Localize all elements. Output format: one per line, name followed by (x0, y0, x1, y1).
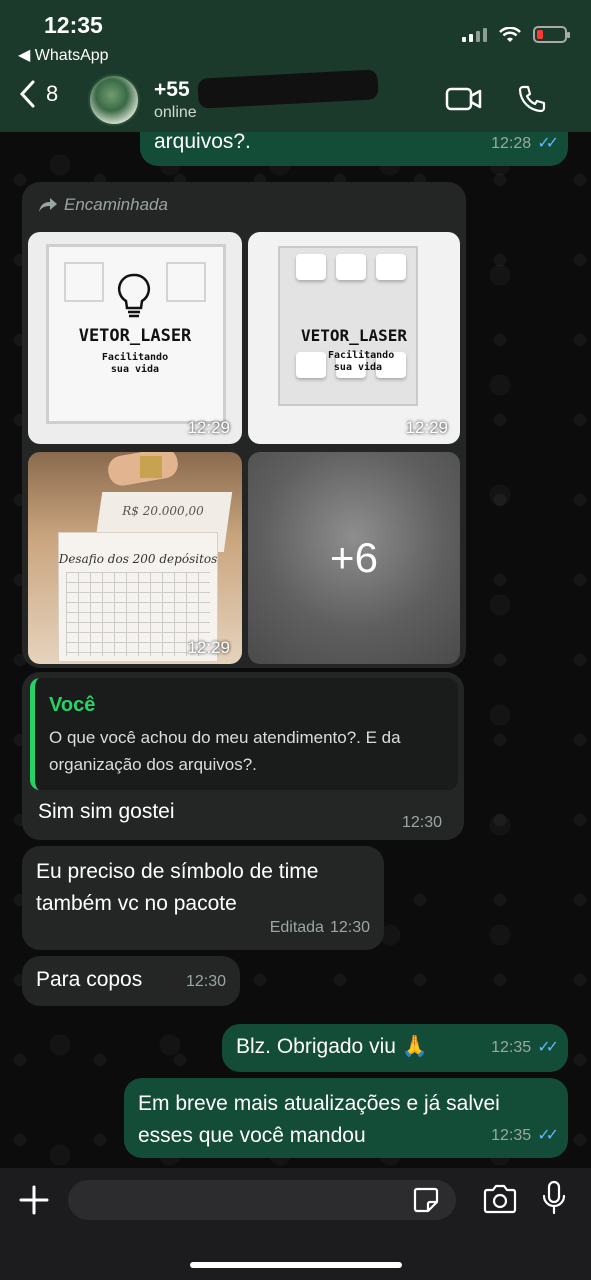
message-outgoing[interactable]: Em breve mais atualizações e já salvei e… (124, 1078, 568, 1158)
back-button[interactable]: 8 (18, 80, 58, 108)
message-text: Sim sim gostei (38, 800, 175, 823)
message-time: 12:30 (329, 919, 370, 936)
quoted-message[interactable]: Você O que você achou do meu atendimento… (30, 678, 458, 790)
lightbulb-icon (117, 273, 151, 318)
video-call-icon[interactable] (445, 86, 483, 112)
plus-icon[interactable] (18, 1184, 50, 1216)
read-ticks-icon: ✓✓ (537, 1039, 559, 1056)
sticker-icon[interactable] (412, 1186, 440, 1214)
forward-icon (39, 198, 57, 212)
message-text: Blz. Obrigado viu 🙏 (236, 1035, 428, 1058)
brand-tagline: Facilitando sua vida (328, 350, 395, 373)
read-ticks-icon: ✓✓ (537, 1127, 559, 1144)
brand-logo-text: VETOR_LASER (78, 326, 192, 346)
contact-name[interactable]: +55 (154, 78, 190, 102)
contact-status: online (154, 104, 197, 121)
image-time: 12:29 (187, 638, 230, 657)
forwarded-label: Encaminhada (38, 195, 168, 215)
message-input[interactable] (68, 1180, 456, 1220)
message-meta: 12:28 ✓✓ (491, 128, 559, 160)
status-icons (462, 26, 570, 43)
clock: 12:35 (44, 12, 103, 38)
camera-icon[interactable] (482, 1184, 518, 1214)
message-meta: 12:35 ✓✓ (491, 1120, 559, 1152)
message-incoming[interactable]: Para copos 12:30 (22, 956, 240, 1006)
call-buttons (445, 84, 547, 114)
battery-icon (533, 26, 570, 43)
message-time: 12:35 (491, 1039, 532, 1056)
message-incoming[interactable]: Eu preciso de símbolo de time também vc … (22, 846, 384, 950)
message-meta: 12:35 ✓✓ (491, 1032, 559, 1064)
more-images-count: +6 (330, 534, 378, 581)
message-time: 12:30 (402, 814, 443, 831)
message-text: arquivos?. (154, 130, 251, 153)
image-thumbnail-1[interactable]: VETOR_LASER Facilitando sua vida 12:29 (28, 232, 242, 444)
unread-count: 8 (46, 81, 59, 106)
chat-header: 8 +55 online (0, 69, 591, 132)
quoted-author: Você (49, 694, 96, 716)
message-outgoing[interactable]: Blz. Obrigado viu 🙏 12:35 ✓✓ (222, 1024, 568, 1072)
avatar[interactable] (88, 74, 140, 126)
wifi-icon (499, 26, 521, 42)
redaction-mark (197, 69, 379, 109)
edited-label: Editada (269, 919, 324, 936)
box-title: Desafio dos 200 depósitos (58, 552, 218, 566)
image-thumbnail-more[interactable]: +6 (248, 452, 460, 664)
quoted-text: O que você achou do meu atendimento?. E … (49, 728, 401, 774)
home-indicator (190, 1262, 402, 1268)
message-meta: 12:30 (186, 966, 226, 998)
message-text: Para copos (36, 968, 143, 991)
read-ticks-icon: ✓✓ (537, 135, 559, 152)
message-meta: Editada 12:30 (270, 912, 370, 944)
back-to-app-link[interactable]: ◀ WhatsApp (18, 45, 109, 65)
brand-logo-text: VETOR_LASER (301, 326, 407, 345)
message-time: 12:30 (185, 973, 226, 990)
microphone-icon[interactable] (540, 1180, 568, 1216)
box-subtitle: R$ 20.000,00 (122, 504, 204, 518)
message-time: 12:28 (491, 135, 532, 152)
message-text: Eu preciso de símbolo de time também vc … (36, 860, 319, 915)
chevron-left-icon (19, 80, 35, 108)
image-time: 12:29 (405, 418, 448, 437)
image-thumbnail-3[interactable]: Desafio dos 200 depósitos R$ 20.000,00 1… (28, 452, 242, 664)
phone-icon[interactable] (517, 84, 547, 114)
status-bar: 12:35 ◀ WhatsApp (0, 0, 591, 70)
message-time: 12:35 (491, 1127, 532, 1144)
signal-icon (462, 27, 487, 42)
image-thumbnail-2[interactable]: VETOR_LASER Facilitando sua vida 12:29 (248, 232, 460, 444)
image-time: 12:29 (187, 418, 230, 437)
brand-tagline: Facilitando sua vida (101, 352, 169, 375)
